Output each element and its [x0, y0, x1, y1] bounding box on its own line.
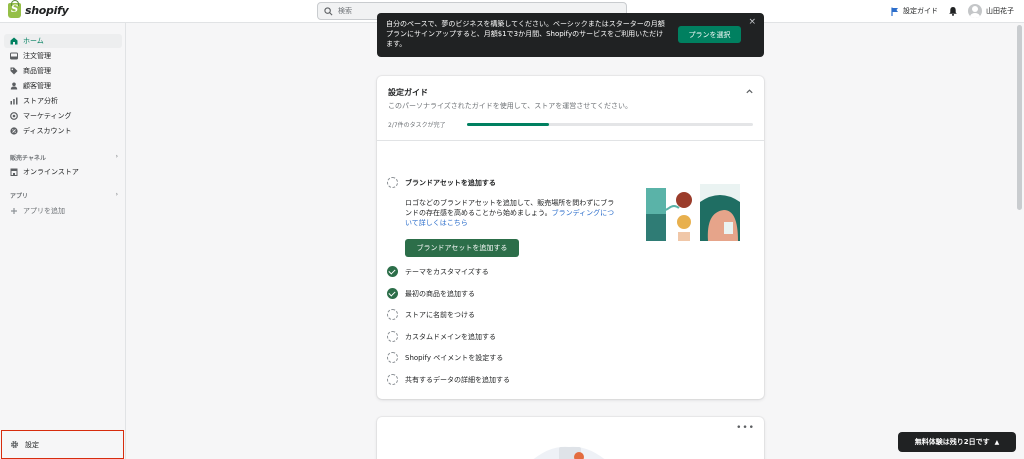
task-label: Shopify ペイメントを設定する	[405, 353, 504, 362]
task-label: ストアに名前をつける	[405, 310, 475, 319]
marketing-icon	[10, 112, 18, 120]
caret-up-icon: ▲	[994, 438, 1000, 446]
sidebar-item-label: 顧客管理	[23, 82, 51, 90]
sidebar-item-label: ホーム	[23, 37, 44, 45]
task-label: ブランドアセットを追加する	[405, 178, 496, 187]
task-label: 共有するデータの詳細を追加する	[405, 375, 510, 384]
banner-text: 自分のペースで、夢のビジネスを構築してください。ベーシックまたはスターターの月額…	[386, 20, 665, 48]
chevron-right-icon: ›	[115, 191, 118, 198]
chevron-up-icon[interactable]	[745, 87, 754, 96]
task-description: ロゴなどのブランドアセットを追加して、販売場所を問わずにブランドの存在感を高める…	[405, 199, 615, 227]
progress-fill	[467, 123, 549, 126]
user-menu[interactable]: 山田花子	[968, 4, 1014, 18]
more-options-icon[interactable]: •••	[736, 423, 755, 433]
incomplete-circle-icon	[387, 331, 398, 342]
sidebar-item-marketing[interactable]: マーケティング	[4, 109, 122, 123]
sidebar-item-label: オンラインストア	[23, 168, 79, 176]
sidebar-item-label: 商品管理	[23, 67, 51, 75]
task-setup-shopify-payments[interactable]: Shopify ペイメントを設定する	[387, 352, 503, 363]
customer-icon	[10, 82, 18, 90]
task-add-brand-assets[interactable]: ブランドアセットを追加する	[387, 177, 496, 188]
divider	[377, 140, 764, 141]
sidebar-item-settings[interactable]: 設定	[1, 430, 124, 459]
setup-guide-card: 設定ガイド このパーソナライズされたガイドを使用して、ストアを運営させてください…	[377, 76, 764, 399]
shopify-bag-icon	[8, 0, 21, 18]
shopify-logo[interactable]: shopify	[8, 0, 69, 18]
sidebar-item-label: アプリを追加	[23, 207, 65, 215]
sidebar-item-orders[interactable]: 注文管理	[4, 49, 122, 63]
sidebar-item-analytics[interactable]: ストア分析	[4, 94, 122, 108]
progress-bar	[467, 123, 753, 126]
flag-icon	[891, 7, 898, 16]
sidebar-item-label: マーケティング	[23, 112, 72, 120]
task-label: 最初の商品を追加する	[405, 289, 475, 298]
apps-label: アプリ	[10, 193, 29, 200]
trial-label: 無料体験は残り2日です	[914, 438, 990, 446]
chevron-right-icon: ›	[115, 153, 118, 160]
logo-text: shopify	[25, 4, 69, 17]
analytics-icon	[10, 97, 18, 105]
setup-guide-label: 設定ガイド	[903, 7, 938, 15]
task-label: カスタムドメインを追加する	[405, 332, 496, 341]
incomplete-circle-icon	[387, 374, 398, 385]
sidebar-item-discounts[interactable]: ディスカウント	[4, 124, 122, 138]
top-right-controls: 設定ガイド 山田花子	[891, 2, 1014, 20]
add-brand-assets-button[interactable]: ブランドアセットを追加する	[405, 239, 519, 257]
setup-guide-title: 設定ガイド	[388, 88, 428, 97]
gear-icon	[10, 440, 19, 449]
sales-channels-header[interactable]: 販売チャネル ›	[10, 153, 118, 162]
incomplete-circle-icon	[387, 177, 398, 188]
incomplete-circle-icon	[387, 352, 398, 363]
plan-banner: 自分のペースで、夢のビジネスを構築してください。ベーシックまたはスターターの月額…	[377, 13, 764, 57]
bell-icon[interactable]	[948, 6, 958, 16]
orders-icon	[10, 52, 18, 60]
task-add-first-product[interactable]: 最初の商品を追加する	[387, 288, 475, 299]
sidebar-item-home[interactable]: ホーム	[4, 34, 122, 48]
secondary-card: •••	[377, 417, 764, 459]
brand-assets-illustration	[646, 184, 740, 241]
checkmark-icon	[387, 288, 398, 299]
card-illustration	[533, 446, 605, 459]
sidebar-item-add-app[interactable]: アプリを追加	[4, 204, 122, 218]
discount-icon	[10, 127, 18, 135]
task-add-data-details[interactable]: 共有するデータの詳細を追加する	[387, 374, 510, 385]
close-icon[interactable]: ×	[748, 17, 756, 27]
sidebar-item-label: 注文管理	[23, 52, 51, 60]
plus-icon	[11, 208, 17, 214]
sidebar-item-products[interactable]: 商品管理	[4, 64, 122, 78]
search-icon	[324, 6, 333, 15]
tag-icon	[10, 67, 18, 75]
trial-badge[interactable]: 無料体験は残り2日です ▲	[898, 432, 1016, 452]
user-name: 山田花子	[986, 7, 1014, 15]
sidebar-item-label: ストア分析	[23, 97, 58, 105]
task-label: テーマをカスタマイズする	[405, 267, 489, 276]
sidebar-item-customers[interactable]: 顧客管理	[4, 79, 122, 93]
sidebar-item-online-store[interactable]: オンラインストア	[4, 165, 122, 179]
sidebar-item-label: ディスカウント	[23, 127, 72, 135]
progress-text: 2/7件のタスクが完了	[388, 122, 446, 129]
setup-guide-description: このパーソナライズされたガイドを使用して、ストアを運営させてください。	[388, 102, 633, 110]
apps-header[interactable]: アプリ ›	[10, 191, 118, 200]
select-plan-button[interactable]: プランを選択	[678, 26, 741, 43]
checkmark-icon	[387, 266, 398, 277]
task-customize-theme[interactable]: テーマをカスタマイズする	[387, 266, 489, 277]
avatar	[968, 4, 982, 18]
page-scrollbar[interactable]	[1017, 25, 1022, 210]
settings-label: 設定	[25, 440, 39, 449]
sales-channels-label: 販売チャネル	[10, 155, 46, 162]
sidebar: ホーム 注文管理 商品管理 顧客管理 ストア分析 マーケティング ディスカウント…	[0, 23, 126, 459]
incomplete-circle-icon	[387, 309, 398, 320]
home-icon	[10, 37, 18, 45]
task-name-store[interactable]: ストアに名前をつける	[387, 309, 475, 320]
task-add-custom-domain[interactable]: カスタムドメインを追加する	[387, 331, 496, 342]
setup-guide-link[interactable]: 設定ガイド	[891, 6, 938, 16]
store-icon	[10, 168, 18, 176]
